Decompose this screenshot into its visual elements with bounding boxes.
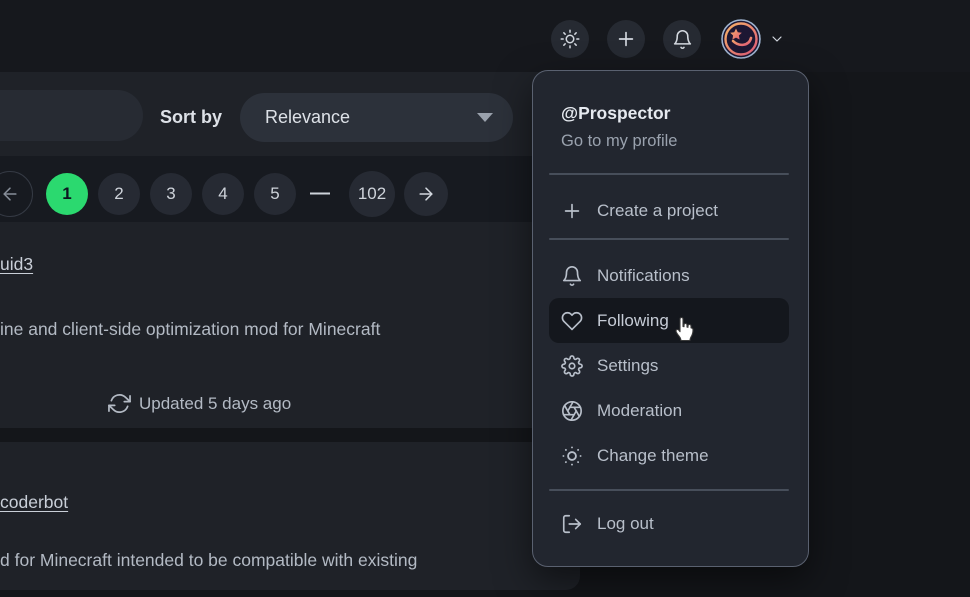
user-menu-button[interactable]	[721, 19, 785, 59]
profile-link[interactable]: @Prospector Go to my profile	[561, 101, 677, 154]
pagination-page-last[interactable]: 102	[349, 171, 395, 217]
notifications-button[interactable]	[663, 20, 701, 58]
aperture-icon	[561, 400, 583, 422]
sun-dotted-icon	[561, 445, 583, 467]
sort-select[interactable]: Relevance	[240, 93, 513, 142]
search-result-card: coderbot d for Minecraft intended to be …	[0, 442, 580, 590]
menu-item-label: Moderation	[597, 401, 682, 421]
result-author-link[interactable]: uid3	[0, 253, 33, 275]
pagination-page-4[interactable]: 4	[202, 173, 244, 215]
logout-icon	[561, 513, 583, 535]
result-author-link[interactable]: coderbot	[0, 491, 68, 513]
sort-by-label: Sort by	[160, 105, 222, 129]
top-navigation-bar	[0, 0, 970, 72]
pagination-page-5[interactable]: 5	[254, 173, 296, 215]
menu-item-label: Change theme	[597, 446, 709, 466]
topbar-actions	[551, 19, 785, 59]
plus-icon	[615, 28, 637, 50]
menu-item-create-project[interactable]: Create a project	[549, 188, 789, 233]
menu-item-notifications[interactable]: Notifications	[549, 253, 789, 298]
theme-button[interactable]	[551, 20, 589, 58]
search-input[interactable]	[0, 90, 143, 141]
refresh-icon	[108, 392, 131, 415]
arrow-right-icon	[416, 184, 436, 204]
menu-item-settings[interactable]: Settings	[549, 343, 789, 388]
username: @Prospector	[561, 101, 677, 126]
menu-item-label: Log out	[597, 514, 654, 534]
pagination-bar: 1 2 3 4 5 — 102	[0, 156, 580, 222]
result-updated: Updated 5 days ago	[108, 392, 291, 415]
result-description: d for Minecraft intended to be compatibl…	[0, 549, 417, 571]
result-description: ine and client-side optimization mod for…	[0, 318, 380, 340]
menu-item-moderation[interactable]: Moderation	[549, 388, 789, 433]
sun-icon	[560, 29, 580, 49]
pagination-page-3[interactable]: 3	[150, 173, 192, 215]
menu-item-label: Create a project	[597, 201, 718, 221]
user-avatar	[721, 19, 761, 59]
create-button[interactable]	[607, 20, 645, 58]
result-updated-text: Updated 5 days ago	[139, 394, 291, 414]
menu-item-change-theme[interactable]: Change theme	[549, 433, 789, 478]
pagination-gap: —	[306, 182, 334, 205]
bell-icon	[672, 29, 693, 50]
sort-select-value: Relevance	[265, 107, 350, 128]
menu-item-following[interactable]: Following	[549, 298, 789, 343]
pagination-next-button[interactable]	[404, 172, 448, 216]
plus-icon	[561, 200, 583, 222]
go-to-profile-label: Go to my profile	[561, 129, 677, 154]
gear-icon	[561, 355, 583, 377]
menu-divider	[549, 173, 789, 175]
pagination-page-1[interactable]: 1	[46, 173, 88, 215]
arrow-left-icon	[0, 184, 20, 204]
menu-item-label: Settings	[597, 356, 658, 376]
bell-icon	[561, 265, 583, 287]
search-result-card: uid3 ine and client-side optimization mo…	[0, 222, 580, 428]
menu-item-label: Notifications	[597, 266, 690, 286]
pagination-prev-button[interactable]	[0, 171, 33, 217]
menu-item-logout[interactable]: Log out	[549, 501, 789, 546]
menu-divider	[549, 489, 789, 491]
chevron-down-icon	[769, 31, 785, 47]
heart-icon	[561, 310, 583, 332]
user-dropdown-menu: @Prospector Go to my profile Create a pr…	[532, 70, 809, 567]
pagination-page-2[interactable]: 2	[98, 173, 140, 215]
modrinth-search-page: Sort by Relevance 1 2 3 4 5 — 102 uid3 i…	[0, 0, 970, 597]
menu-item-label: Following	[597, 311, 669, 331]
menu-divider	[549, 238, 789, 240]
caret-down-icon	[477, 113, 493, 122]
